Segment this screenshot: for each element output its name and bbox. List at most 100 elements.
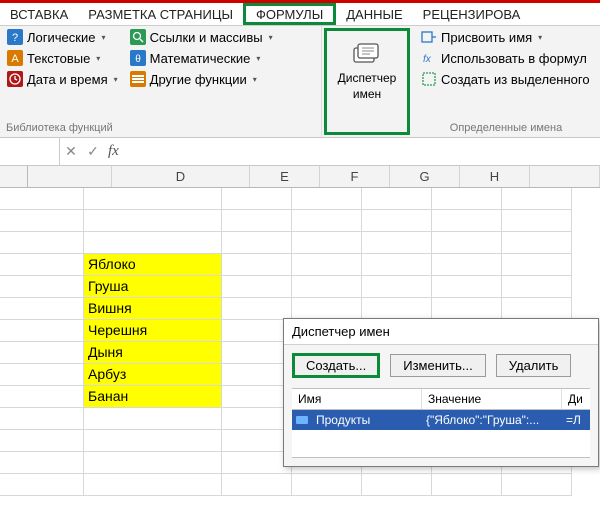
tab-page-layout[interactable]: РАЗМЕТКА СТРАНИЦЫ — [78, 3, 243, 25]
cell[interactable] — [292, 276, 362, 298]
cell[interactable] — [502, 188, 572, 210]
col-header-d[interactable]: D — [112, 166, 250, 187]
cell[interactable] — [84, 408, 222, 430]
cell[interactable] — [222, 298, 292, 320]
col-header-ref[interactable]: Ди — [562, 389, 590, 409]
cell[interactable] — [362, 276, 432, 298]
cell[interactable] — [292, 254, 362, 276]
enter-formula-button[interactable]: ✓ — [82, 143, 104, 160]
cell[interactable] — [432, 298, 502, 320]
cell[interactable] — [222, 364, 292, 386]
cell[interactable] — [0, 474, 84, 496]
logical-button[interactable]: ? Логические ▾ — [4, 28, 121, 46]
cancel-formula-button[interactable]: ✕ — [60, 143, 82, 160]
cell[interactable] — [222, 386, 292, 408]
col-header-name[interactable]: Имя — [292, 389, 422, 409]
cell[interactable] — [432, 254, 502, 276]
select-all-corner[interactable] — [0, 166, 28, 187]
cell[interactable] — [222, 430, 292, 452]
cell[interactable] — [292, 232, 362, 254]
col-header[interactable] — [28, 166, 112, 187]
cell-item[interactable]: Груша — [84, 276, 222, 298]
cell[interactable] — [222, 276, 292, 298]
col-header-g[interactable]: G — [390, 166, 460, 187]
col-header-f[interactable]: F — [320, 166, 390, 187]
cell[interactable] — [222, 254, 292, 276]
cell-item[interactable]: Черешня — [84, 320, 222, 342]
tab-data[interactable]: ДАННЫЕ — [336, 3, 412, 25]
cell[interactable] — [292, 474, 362, 496]
cell[interactable] — [222, 210, 292, 232]
cell-item[interactable]: Вишня — [84, 298, 222, 320]
cell[interactable] — [222, 474, 292, 496]
cell[interactable] — [0, 276, 84, 298]
text-button[interactable]: A Текстовые ▾ — [4, 49, 121, 67]
more-functions-button[interactable]: Другие функции ▾ — [127, 70, 276, 88]
cell[interactable] — [0, 342, 84, 364]
assign-name-button[interactable]: Присвоить имя ▾ — [418, 28, 593, 46]
col-header-e[interactable]: E — [250, 166, 320, 187]
cell[interactable] — [0, 298, 84, 320]
tab-review[interactable]: РЕЦЕНЗИРОВА — [413, 3, 531, 25]
cell-item[interactable]: Арбуз — [84, 364, 222, 386]
cell[interactable] — [0, 408, 84, 430]
cell[interactable] — [502, 210, 572, 232]
cell[interactable] — [0, 430, 84, 452]
cell[interactable] — [362, 298, 432, 320]
cell[interactable] — [0, 232, 84, 254]
cell-item[interactable]: Банан — [84, 386, 222, 408]
col-header-h[interactable]: H — [460, 166, 530, 187]
cell[interactable] — [84, 210, 222, 232]
cell[interactable] — [222, 342, 292, 364]
cell[interactable] — [502, 232, 572, 254]
cell[interactable] — [292, 298, 362, 320]
cell[interactable] — [222, 320, 292, 342]
cell[interactable] — [84, 474, 222, 496]
cell[interactable] — [432, 276, 502, 298]
cell[interactable] — [0, 188, 84, 210]
cell[interactable] — [84, 430, 222, 452]
name-manager-button[interactable]: Диспетчер имен — [327, 31, 407, 113]
lookup-button[interactable]: Ссылки и массивы ▾ — [127, 28, 276, 46]
cell[interactable] — [292, 210, 362, 232]
create-button[interactable]: Создать... — [292, 353, 380, 378]
cell[interactable] — [0, 386, 84, 408]
cell[interactable] — [362, 210, 432, 232]
tab-insert[interactable]: ВСТАВКА — [0, 3, 78, 25]
cell[interactable] — [502, 276, 572, 298]
cell-item[interactable]: Дыня — [84, 342, 222, 364]
cell[interactable] — [292, 188, 362, 210]
cell[interactable] — [362, 254, 432, 276]
create-from-selection-button[interactable]: Создать из выделенного — [418, 70, 593, 88]
name-box[interactable] — [0, 138, 60, 165]
cell[interactable] — [84, 232, 222, 254]
cell[interactable] — [432, 188, 502, 210]
cell[interactable] — [84, 188, 222, 210]
cell[interactable] — [362, 232, 432, 254]
cell[interactable] — [222, 408, 292, 430]
cell[interactable] — [432, 474, 502, 496]
cell[interactable] — [432, 232, 502, 254]
cell[interactable] — [0, 364, 84, 386]
cell[interactable] — [0, 320, 84, 342]
math-button[interactable]: θ Математические ▾ — [127, 49, 276, 67]
cell-item[interactable]: Яблоко — [84, 254, 222, 276]
cell[interactable] — [432, 210, 502, 232]
cell[interactable] — [222, 188, 292, 210]
col-header-value[interactable]: Значение — [422, 389, 562, 409]
cell[interactable] — [0, 210, 84, 232]
cell[interactable] — [502, 474, 572, 496]
name-row[interactable]: Продукты {"Яблоко":"Груша":... =Л — [292, 410, 590, 430]
cell[interactable] — [222, 232, 292, 254]
cell[interactable] — [502, 298, 572, 320]
cell[interactable] — [0, 452, 84, 474]
delete-button[interactable]: Удалить — [496, 354, 572, 377]
cell[interactable] — [362, 188, 432, 210]
edit-button[interactable]: Изменить... — [390, 354, 485, 377]
cell[interactable] — [362, 474, 432, 496]
cell[interactable] — [0, 254, 84, 276]
datetime-button[interactable]: Дата и время ▾ — [4, 70, 121, 88]
tab-formulas[interactable]: ФОРМУЛЫ — [243, 3, 336, 25]
cell[interactable] — [84, 452, 222, 474]
col-header[interactable] — [530, 166, 600, 187]
